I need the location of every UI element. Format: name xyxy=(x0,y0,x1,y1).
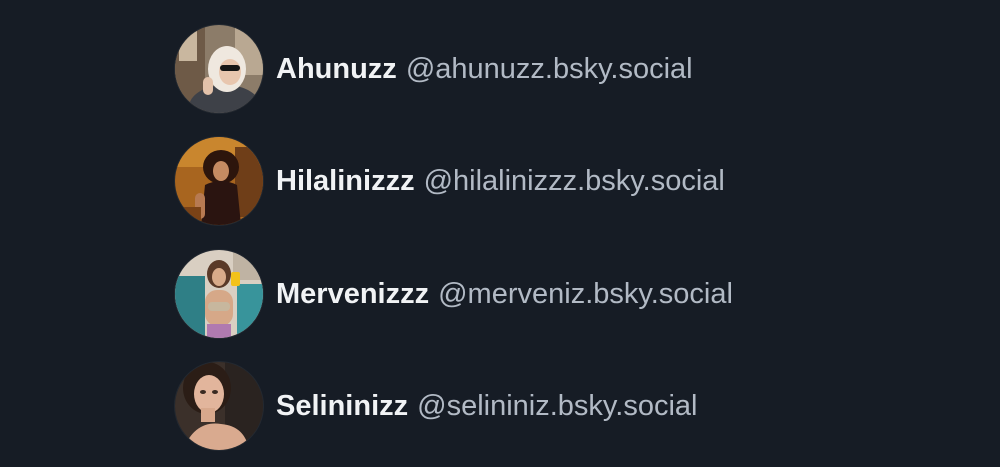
account-row-selininizz[interactable]: Selininizz @selininiz.bsky.social xyxy=(175,362,697,450)
account-text: Ahunuzz @ahunuzz.bsky.social xyxy=(276,52,693,86)
avatar[interactable] xyxy=(175,25,263,113)
handle: @hilalinizzz.bsky.social xyxy=(423,165,725,197)
display-name: Ahunuzz xyxy=(276,53,397,85)
account-row-hilalinizzz[interactable]: Hilalinizzz @hilalinizzz.bsky.social xyxy=(175,137,725,225)
avatar-photo-woman-mirror-selfie xyxy=(175,250,263,338)
handle: @ahunuzz.bsky.social xyxy=(405,53,693,85)
display-name: Hilalinizzz xyxy=(276,165,415,197)
account-row-ahunuzz[interactable]: Ahunuzz @ahunuzz.bsky.social xyxy=(175,25,693,113)
account-text: Selininizz @selininiz.bsky.social xyxy=(276,389,697,423)
avatar[interactable] xyxy=(175,137,263,225)
avatar-photo-blonde-woman-sunglasses xyxy=(175,25,263,113)
handle: @selininiz.bsky.social xyxy=(417,390,698,422)
handle: @merveniz.bsky.social xyxy=(438,278,733,310)
account-text: Hilalinizzz @hilalinizzz.bsky.social xyxy=(276,164,725,198)
account-text: Mervenizzz @merveniz.bsky.social xyxy=(276,277,733,311)
account-row-mervenizzz[interactable]: Mervenizzz @merveniz.bsky.social xyxy=(175,250,733,338)
avatar[interactable] xyxy=(175,362,263,450)
avatar[interactable] xyxy=(175,250,263,338)
avatar-photo-woman-dark-curly-hair xyxy=(175,137,263,225)
display-name: Selininizz xyxy=(276,390,409,422)
account-list: Ahunuzz @ahunuzz.bsky.social Hilalinizzz @… xyxy=(0,0,1000,467)
avatar-photo-woman-portrait xyxy=(175,362,263,450)
display-name: Mervenizzz xyxy=(276,278,430,310)
